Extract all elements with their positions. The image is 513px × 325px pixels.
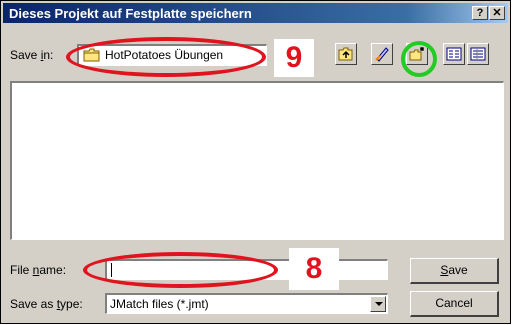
up-one-level-button[interactable] [335,43,357,65]
desktop-icon [375,47,389,62]
cancel-button[interactable]: Cancel [410,291,499,317]
window-title: Dieses Projekt auf Festplatte speichern [9,6,252,21]
chevron-down-icon[interactable] [370,296,386,312]
up-one-level-icon [338,47,353,61]
file-list[interactable] [10,81,504,240]
save-as-type-label: Save as type: [10,297,83,311]
highlight-file-name [83,252,278,288]
highlight-new-folder [401,41,437,77]
close-button[interactable]: ✕ [489,6,505,20]
step-number-8: 8 [289,248,339,290]
details-view-icon [470,47,486,61]
save-in-label: Save in: [10,48,54,62]
desktop-button[interactable] [371,43,393,65]
save-as-type-dropdown[interactable]: JMatch files (*.jmt) [105,293,388,314]
save-button[interactable]: Save [410,258,499,284]
file-name-label: File name: [10,263,67,277]
list-view-button[interactable] [443,43,465,65]
step-number-9: 9 [274,39,314,77]
title-bar[interactable]: Dieses Projekt auf Festplatte speichern … [3,3,508,23]
list-view-icon [446,47,462,61]
save-as-type-value: JMatch files (*.jmt) [110,297,209,311]
help-button[interactable]: ? [472,6,488,20]
details-view-button[interactable] [467,43,489,65]
save-dialog: Dieses Projekt auf Festplatte speichern … [0,0,511,324]
highlight-save-in [66,37,266,77]
